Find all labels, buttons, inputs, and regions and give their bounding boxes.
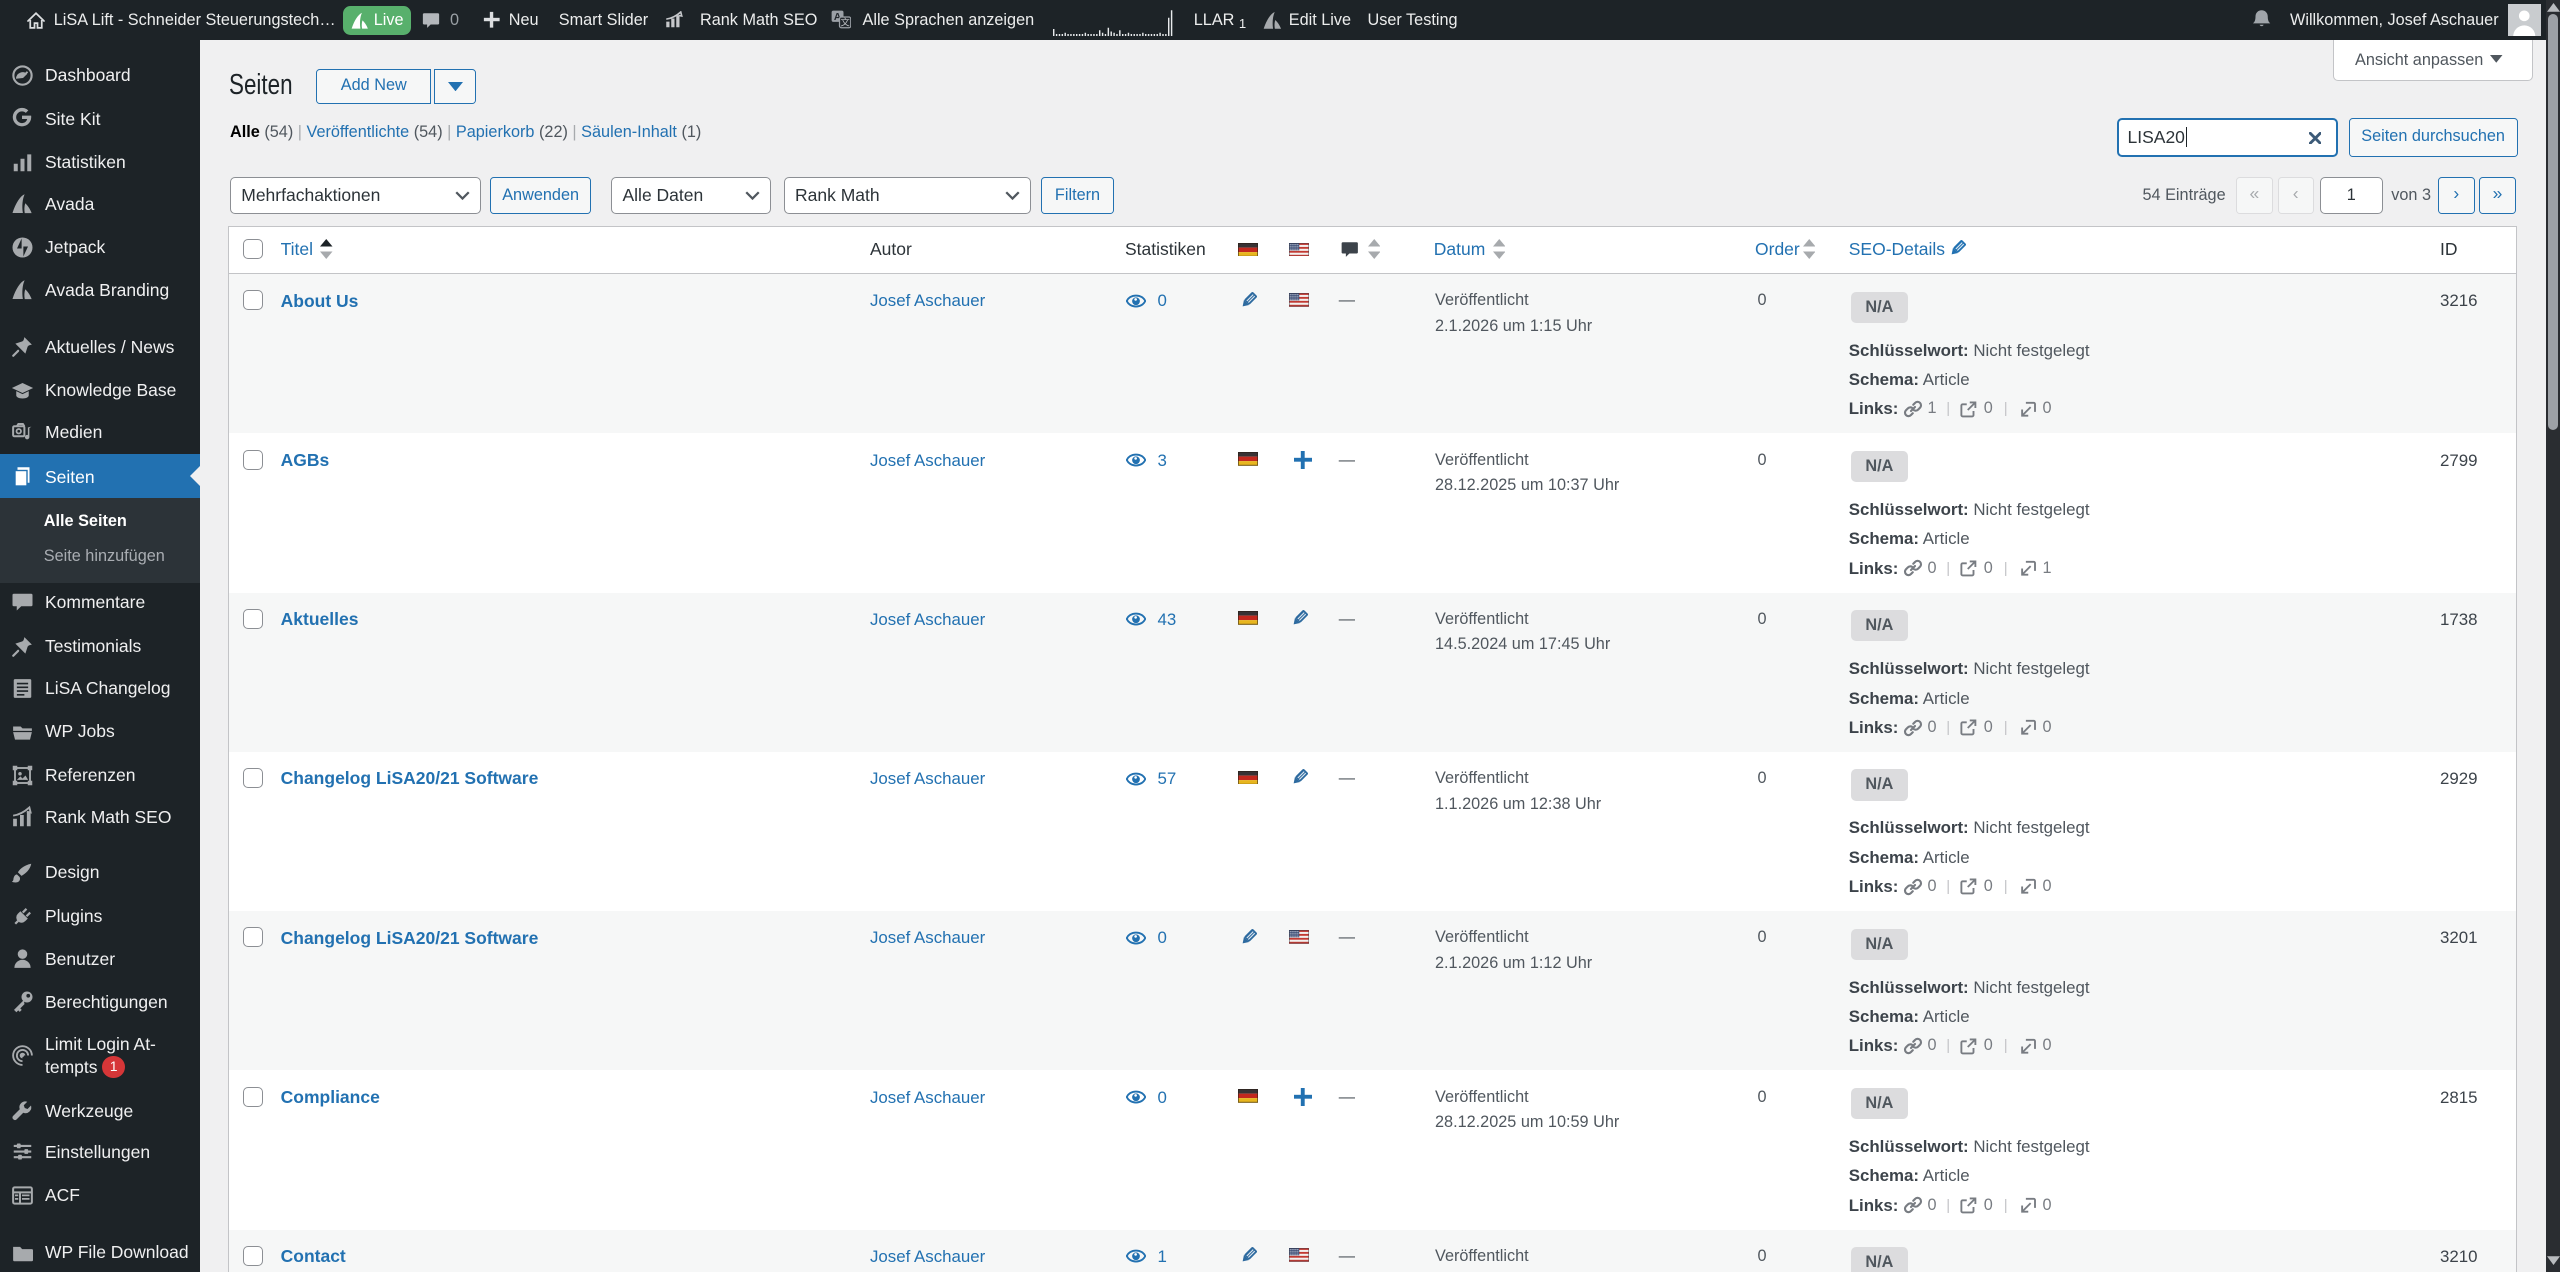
- svg-text:文: 文: [841, 17, 850, 28]
